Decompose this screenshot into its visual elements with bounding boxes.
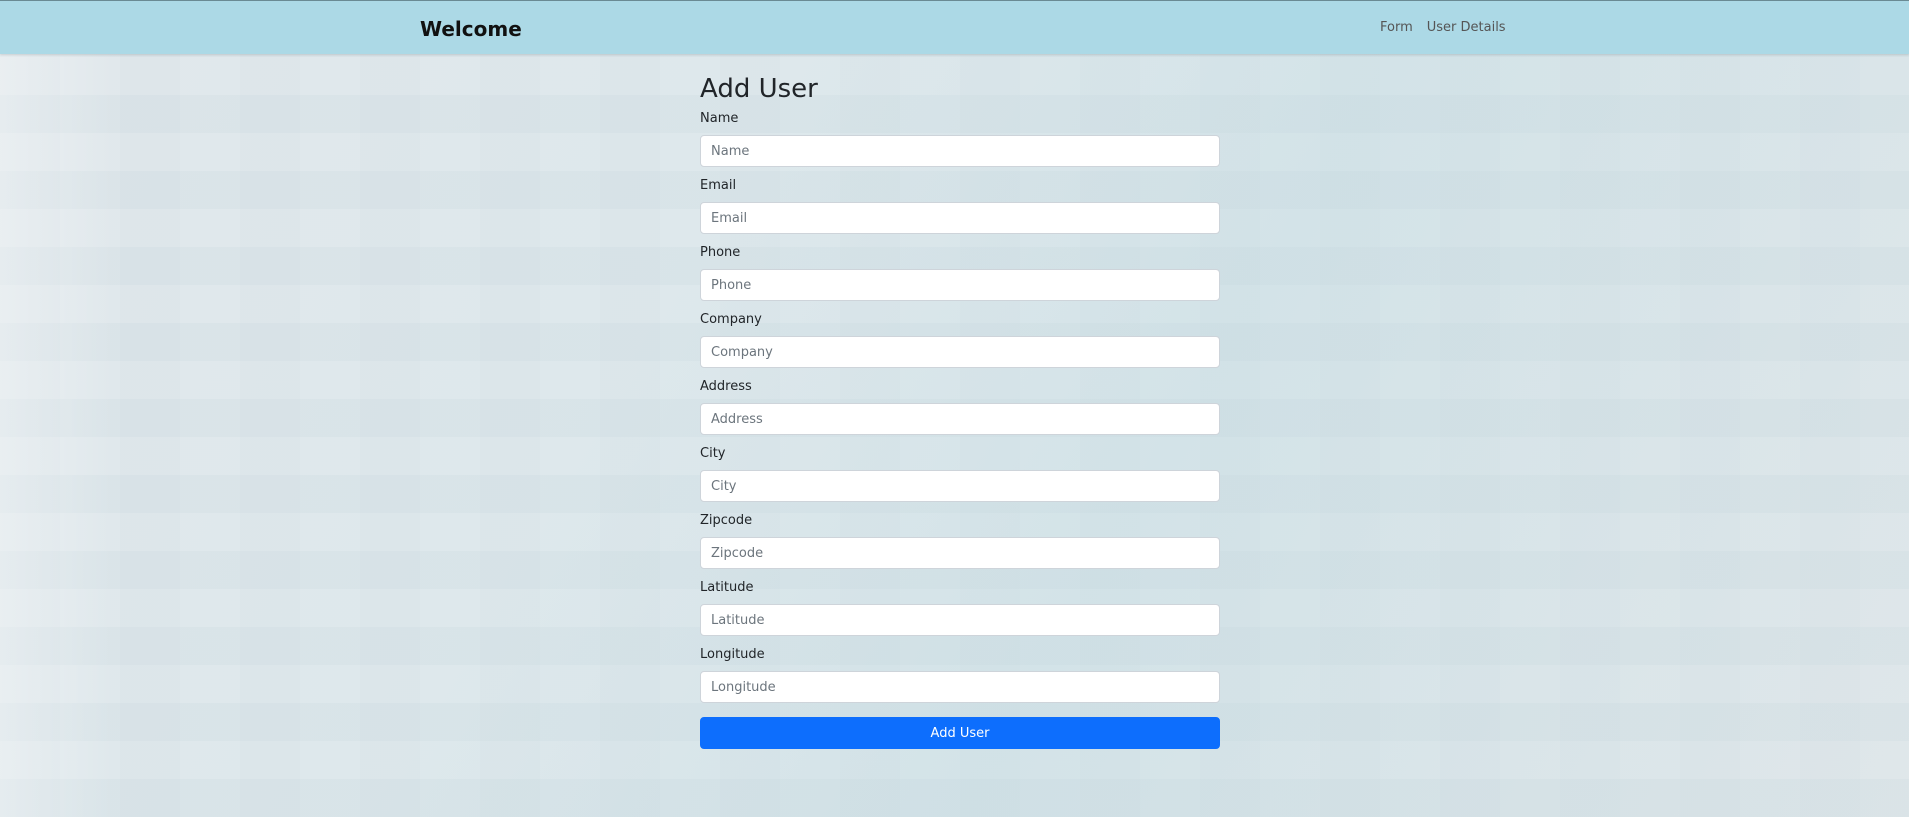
name-input[interactable] [700, 135, 1220, 167]
city-input[interactable] [700, 470, 1220, 502]
company-input[interactable] [700, 336, 1220, 368]
top-navbar: Welcome Form User Details [0, 0, 1909, 54]
email-input[interactable] [700, 202, 1220, 234]
city-label: City [700, 446, 726, 461]
latitude-input[interactable] [700, 604, 1220, 636]
phone-label: Phone [700, 245, 741, 260]
company-label: Company [700, 312, 762, 327]
field-zipcode: Zipcode [700, 513, 1220, 569]
field-phone: Phone [700, 245, 1220, 301]
add-user-form: Add User Name Email Phone Company Addres… [700, 70, 1220, 749]
longitude-input[interactable] [700, 671, 1220, 703]
longitude-label: Longitude [700, 647, 765, 662]
nav-link-user-details[interactable]: User Details [1427, 20, 1506, 35]
address-input[interactable] [700, 403, 1220, 435]
zipcode-label: Zipcode [700, 513, 753, 528]
field-email: Email [700, 178, 1220, 234]
field-city: City [700, 446, 1220, 502]
brand-title[interactable]: Welcome [420, 17, 522, 41]
add-user-button[interactable]: Add User [700, 717, 1220, 749]
nav-links: Form User Details [1380, 20, 1506, 35]
field-address: Address [700, 379, 1220, 435]
field-company: Company [700, 312, 1220, 368]
page-title: Add User [700, 74, 818, 104]
name-label: Name [700, 111, 739, 126]
address-label: Address [700, 379, 752, 394]
nav-link-form[interactable]: Form [1380, 20, 1413, 35]
field-longitude: Longitude [700, 647, 1220, 703]
zipcode-input[interactable] [700, 537, 1220, 569]
field-latitude: Latitude [700, 580, 1220, 636]
latitude-label: Latitude [700, 580, 754, 595]
email-label: Email [700, 178, 737, 193]
phone-input[interactable] [700, 269, 1220, 301]
field-name: Name [700, 111, 1220, 167]
